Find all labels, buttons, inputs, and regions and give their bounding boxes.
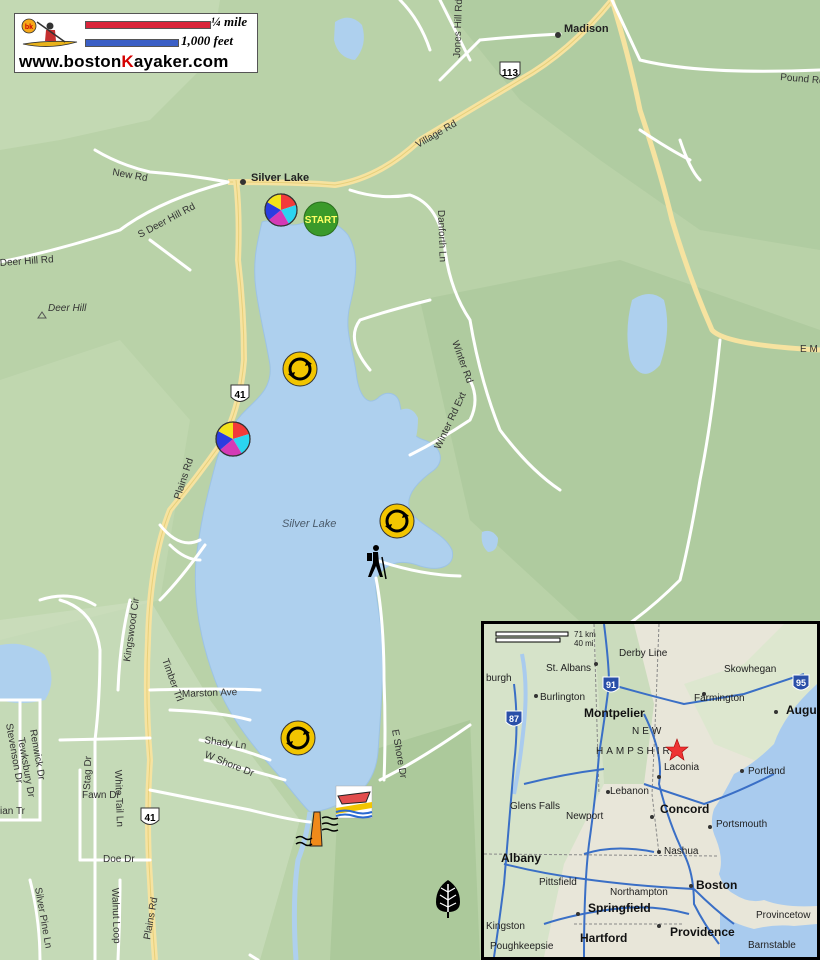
svg-text:NEW: NEW (632, 726, 664, 737)
inset-locator-map[interactable]: 71 km 40 mi 91 87 95 Derby Line St. Alba… (481, 621, 820, 960)
road-stag: Stag Dr (82, 755, 94, 790)
svg-text:Derby Line: Derby Line (619, 648, 668, 659)
lookout-icon[interactable] (282, 351, 318, 387)
svg-text:41: 41 (234, 390, 246, 401)
road-doe: Doe Dr (103, 854, 135, 865)
route-41-shield-north: 41 (230, 384, 250, 402)
svg-text:bk: bk (25, 24, 33, 31)
svg-text:Kingston: Kingston (486, 921, 525, 932)
svg-text:Laconia: Laconia (664, 762, 699, 773)
scale-label-feet: 1,000 feet (181, 33, 233, 48)
svg-text:71 km: 71 km (574, 630, 596, 639)
svg-text:Albany: Albany (501, 851, 541, 865)
kayaker-logo-icon: bk (21, 18, 78, 47)
site-logo-box[interactable]: bk ¼ mile 1,000 feet www.bostonKayaker.c… (14, 13, 258, 73)
svg-text:Provincetow: Provincetow (756, 910, 811, 921)
svg-text:Burlington: Burlington (540, 692, 585, 703)
road-e-m: E M (800, 344, 818, 355)
svg-text:41: 41 (144, 813, 156, 824)
svg-text:Lebanon: Lebanon (610, 786, 649, 797)
svg-text:113: 113 (502, 68, 519, 79)
interstate-95-icon: 95 (792, 674, 810, 691)
svg-text:Skowhegan: Skowhegan (724, 664, 776, 675)
svg-text:95: 95 (796, 678, 806, 688)
interstate-91-icon: 91 (602, 676, 620, 693)
place-madison: Madison (564, 23, 609, 35)
svg-text:burgh: burgh (486, 673, 512, 684)
svg-text:Farmington: Farmington (694, 693, 745, 704)
start-icon[interactable]: START (303, 201, 339, 237)
svg-text:St. Albans: St. Albans (546, 663, 591, 674)
svg-text:Hartford: Hartford (580, 931, 627, 945)
svg-text:Nashua: Nashua (664, 846, 699, 857)
svg-text:Providence: Providence (670, 925, 735, 939)
beach-ball-icon[interactable] (215, 421, 251, 457)
lookout-icon[interactable] (280, 720, 316, 756)
svg-text:START: START (305, 215, 338, 226)
place-deer-hill: Deer Hill (48, 303, 87, 314)
beach-ball-icon[interactable] (264, 193, 298, 227)
site-url[interactable]: www.bostonKayaker.com (19, 52, 229, 72)
svg-text:Pittsfield: Pittsfield (539, 877, 577, 888)
svg-text:Glens Falls: Glens Falls (510, 801, 560, 812)
road-walnut: Walnut Loop (109, 888, 122, 945)
svg-text:Poughkeepsie: Poughkeepsie (490, 941, 554, 952)
road-lan: ian Tr (0, 806, 26, 817)
svg-text:87: 87 (509, 714, 519, 724)
svg-text:Portsmouth: Portsmouth (716, 819, 767, 830)
svg-text:Newport: Newport (566, 811, 603, 822)
svg-text:Northampton: Northampton (610, 887, 668, 898)
road-marston: Marston Ave (182, 687, 238, 700)
scale-bar-feet (85, 39, 179, 47)
road-danforth: Danforth Ln (435, 210, 448, 263)
svg-text:40 mi: 40 mi (574, 639, 594, 648)
route-41-shield-south: 41 (140, 807, 160, 825)
interstate-87-icon: 87 (505, 710, 523, 727)
scale-label-mile: ¼ mile (211, 14, 248, 29)
road-jones-hill: Jones Hill Rd (452, 0, 465, 58)
svg-text:Portland: Portland (748, 766, 785, 777)
svg-text:Barnstable: Barnstable (748, 940, 796, 951)
svg-text:Boston: Boston (696, 878, 737, 892)
road-fawn: Fawn Dr (82, 790, 120, 801)
scale-bar-quarter-mile (85, 21, 211, 29)
svg-text:Springfield: Springfield (588, 901, 651, 915)
svg-text:Augu: Augu (786, 703, 817, 717)
place-silver-lake-village: Silver Lake (251, 172, 309, 184)
svg-text:Concord: Concord (660, 802, 709, 816)
boat-launch-icon[interactable] (335, 785, 373, 819)
lookout-icon[interactable] (379, 503, 415, 539)
svg-text:Montpelier: Montpelier (584, 706, 645, 720)
svg-text:91: 91 (606, 680, 616, 690)
lake-label: Silver Lake (282, 518, 336, 530)
route-113-shield: 113 (499, 61, 521, 80)
